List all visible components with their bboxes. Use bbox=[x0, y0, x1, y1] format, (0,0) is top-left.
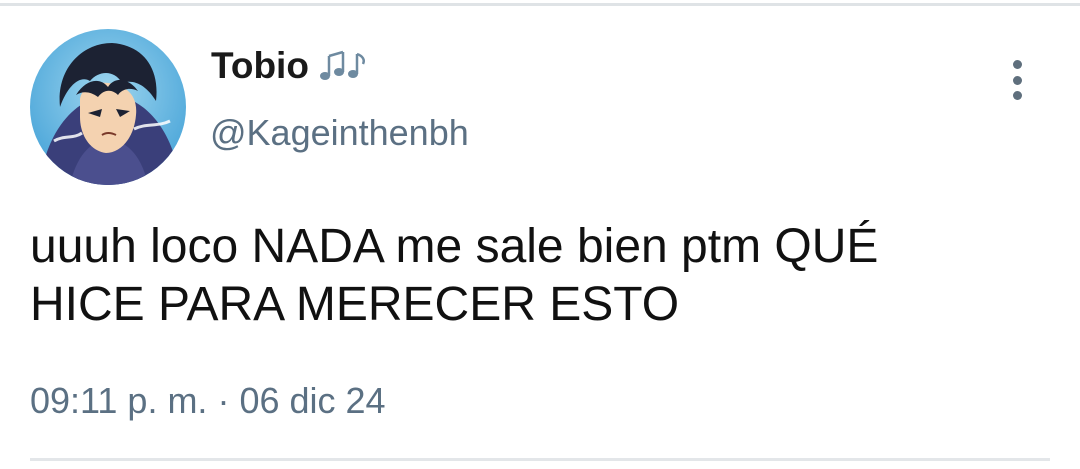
tweet-date: 06 dic 24 bbox=[239, 380, 386, 421]
user-handle[interactable]: @Kageinthenbh bbox=[210, 112, 469, 154]
more-vertical-icon bbox=[1012, 60, 1022, 69]
avatar[interactable] bbox=[30, 29, 186, 185]
more-vertical-icon-dot bbox=[1012, 91, 1022, 100]
music-notes-icon bbox=[319, 48, 371, 84]
avatar-image bbox=[30, 29, 186, 185]
bottom-divider bbox=[30, 458, 1050, 461]
more-vertical-icon-dot bbox=[1012, 75, 1022, 85]
top-divider bbox=[0, 3, 1080, 6]
display-name[interactable]: Tobio bbox=[211, 45, 309, 87]
tweet-text-line: uuuh loco NADA me sale bien ptm QUÉ bbox=[30, 220, 879, 273]
tweet-timestamp[interactable]: 09:11 p. m. · 06 dic 24 bbox=[30, 380, 386, 422]
tweet-card: Tobio @Kageinthenbh uuuh loco NADA me sa… bbox=[0, 0, 1080, 469]
tweet-time: 09:11 p. m. bbox=[30, 380, 208, 421]
timestamp-separator: · bbox=[217, 380, 230, 421]
name-row[interactable]: Tobio bbox=[211, 44, 371, 88]
more-options-button[interactable] bbox=[1000, 56, 1034, 104]
tweet-text-line: HICE PARA MERECER ESTO bbox=[30, 278, 680, 331]
tweet-text: uuuh loco NADA me sale bien ptm QUÉ HICE… bbox=[30, 218, 1050, 334]
